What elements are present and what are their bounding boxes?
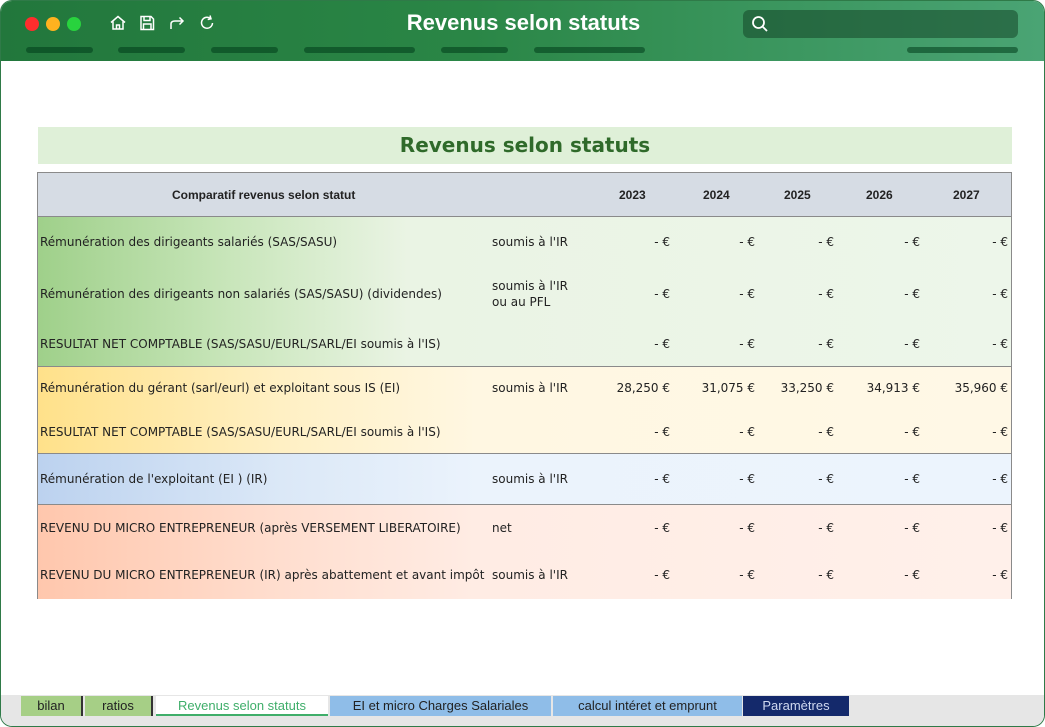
row-note: soumis à l'IR [492, 381, 568, 395]
cell-2023: - € [654, 472, 670, 486]
cell-2026: - € [904, 235, 920, 249]
cell-2026: - € [904, 568, 920, 582]
tab-ratios[interactable]: ratios [85, 696, 153, 716]
row-note: soumis à l'IR [492, 235, 568, 249]
cell-2025: 33,250 € [780, 381, 834, 395]
cell-2023: 28,250 € [616, 381, 670, 395]
header-year-2024: 2024 [703, 188, 730, 202]
cell-2024: - € [739, 425, 755, 439]
tab-calcul-interet[interactable]: calcul intéret et emprunt [553, 696, 742, 716]
row-label: REVENU DU MICRO ENTREPRENEUR (IR) après … [40, 568, 485, 582]
header-label: Comparatif revenus selon statut [172, 188, 356, 202]
tab-parametres[interactable]: Paramètres [743, 696, 849, 716]
ribbon-tab-7[interactable] [907, 47, 1018, 53]
cell-2025: - € [818, 568, 834, 582]
cell-2026: - € [904, 425, 920, 439]
header-year-2027: 2027 [953, 188, 980, 202]
cell-2023: - € [654, 235, 670, 249]
search-icon [752, 16, 768, 32]
search-input[interactable] [775, 13, 1010, 35]
header-year-2023: 2023 [619, 188, 646, 202]
row-label: RESULTAT NET COMPTABLE (SAS/SASU/EURL/SA… [40, 337, 441, 351]
cell-2024: - € [739, 287, 755, 301]
cell-2027: 35,960 € [954, 381, 1008, 395]
ribbon-tab-5[interactable] [441, 47, 508, 53]
cell-2027: - € [992, 568, 1008, 582]
title-bar: Revenus selon statuts [1, 1, 1044, 61]
cell-2023: - € [654, 337, 670, 351]
cell-2027: - € [992, 235, 1008, 249]
row-note: soumis à l'IR ou au PFL [492, 279, 568, 309]
row-label: Rémunération des dirigeants salariés (SA… [40, 235, 338, 249]
cell-2025: - € [818, 521, 834, 535]
tab-revenus-selon-statuts[interactable]: Revenus selon statuts [156, 696, 328, 716]
header-year-2025: 2025 [784, 188, 811, 202]
tab-ei-micro-charges[interactable]: EI et micro Charges Salariales [330, 696, 551, 716]
revenue-table: Comparatif revenus selon statut 2023 202… [37, 172, 1012, 599]
cell-2027: - € [992, 287, 1008, 301]
search-box[interactable] [743, 10, 1018, 38]
row-label: REVENU DU MICRO ENTREPRENEUR (après VERS… [40, 521, 461, 535]
cell-2023: - € [654, 425, 670, 439]
cell-2024: - € [739, 235, 755, 249]
cell-2025: - € [818, 235, 834, 249]
cell-2024: - € [739, 568, 755, 582]
row-note: soumis à l'IR [492, 472, 568, 486]
cell-2025: - € [818, 337, 834, 351]
ribbon-tab-4[interactable] [304, 47, 415, 53]
ribbon-tab-3[interactable] [211, 47, 278, 53]
cell-2024: - € [739, 472, 755, 486]
sheet-title: Revenus selon statuts [38, 127, 1012, 164]
cell-2023: - € [654, 287, 670, 301]
ribbon-tab-1[interactable] [26, 47, 93, 53]
cell-2026: - € [904, 337, 920, 351]
cell-2027: - € [992, 425, 1008, 439]
cell-2023: - € [654, 521, 670, 535]
cell-2024: - € [739, 521, 755, 535]
cell-2023: - € [654, 568, 670, 582]
row-label: RESULTAT NET COMPTABLE (SAS/SASU/EURL/SA… [40, 425, 441, 439]
cell-2025: - € [818, 287, 834, 301]
row-note: net [492, 521, 512, 535]
cell-2027: - € [992, 521, 1008, 535]
app-window: Revenus selon statuts Revenus selon stat… [0, 0, 1045, 727]
table-header: Comparatif revenus selon statut 2023 202… [38, 173, 1011, 217]
header-year-2026: 2026 [866, 188, 893, 202]
cell-2026: - € [904, 521, 920, 535]
ribbon-tab-2[interactable] [118, 47, 185, 53]
row-label: Rémunération du gérant (sarl/eurl) et ex… [40, 381, 401, 395]
row-note: soumis à l'IR [492, 568, 568, 582]
cell-2026: 34,913 € [866, 381, 920, 395]
cell-2024: 31,075 € [701, 381, 755, 395]
ribbon-tab-6[interactable] [534, 47, 645, 53]
sheet-tab-bar: bilan ratios Revenus selon statuts EI et… [1, 695, 1044, 726]
cell-2026: - € [904, 472, 920, 486]
cell-2025: - € [818, 425, 834, 439]
cell-2025: - € [818, 472, 834, 486]
cell-2027: - € [992, 337, 1008, 351]
row-label: Rémunération de l'exploitant (EI ) (IR) [40, 472, 268, 486]
tab-bilan[interactable]: bilan [21, 696, 83, 716]
cell-2026: - € [904, 287, 920, 301]
row-label: Rémunération des dirigeants non salariés… [40, 287, 442, 301]
cell-2027: - € [992, 472, 1008, 486]
cell-2024: - € [739, 337, 755, 351]
